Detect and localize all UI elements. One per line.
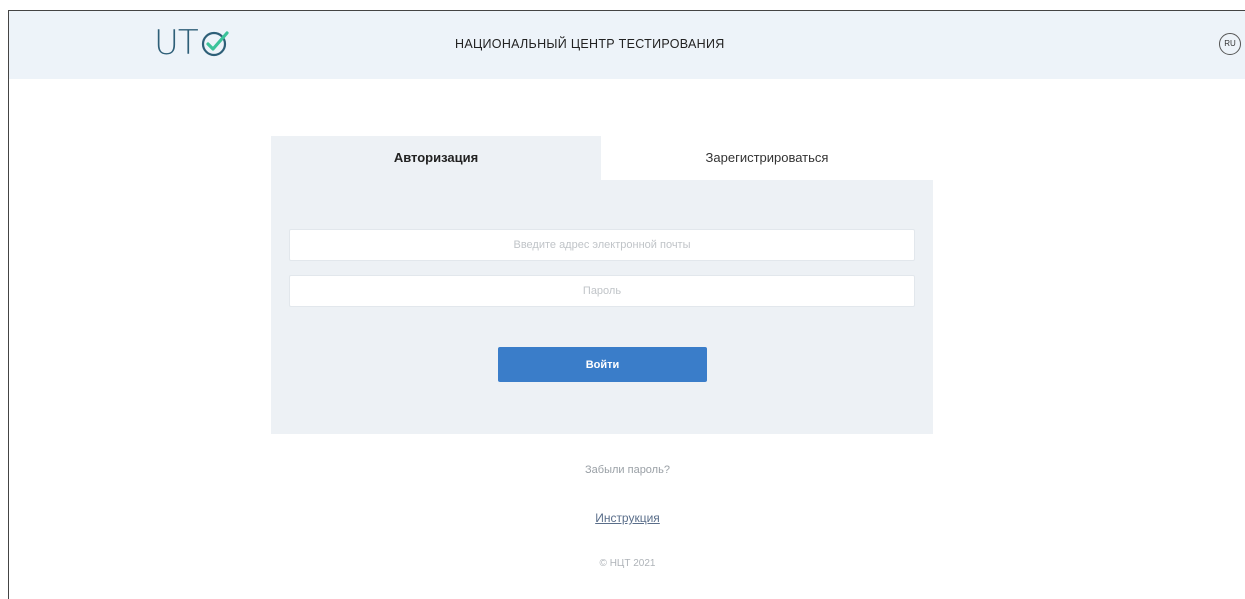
header-bar: UT НАЦИОНАЛЬНЫЙ ЦЕНТР ТЕСТИРОВАНИЯ RU (9, 11, 1245, 79)
instructions-link[interactable]: Инструкция (9, 511, 1245, 525)
tab-register[interactable]: Зарегистрироваться (601, 136, 933, 180)
language-switcher[interactable]: RU (1219, 33, 1241, 55)
logo[interactable]: UT (154, 23, 231, 63)
copyright-text: © НЦТ 2021 (599, 558, 656, 569)
auth-tabs: Авторизация Зарегистрироваться (271, 136, 933, 180)
login-panel: Войти (271, 180, 933, 434)
site-title: НАЦИОНАЛЬНЫЙ ЦЕНТР ТЕСТИРОВАНИЯ (455, 37, 725, 51)
forgot-password-link[interactable]: Забыли пароль? (9, 464, 1245, 476)
email-input[interactable] (289, 229, 915, 261)
login-button[interactable]: Войти (498, 347, 707, 382)
logo-text: UT (154, 23, 199, 63)
password-input[interactable] (289, 275, 915, 307)
page-frame: UT НАЦИОНАЛЬНЫЙ ЦЕНТР ТЕСТИРОВАНИЯ RU Ав… (8, 10, 1245, 599)
tab-login[interactable]: Авторизация (271, 136, 601, 180)
check-circle-icon (201, 31, 229, 57)
